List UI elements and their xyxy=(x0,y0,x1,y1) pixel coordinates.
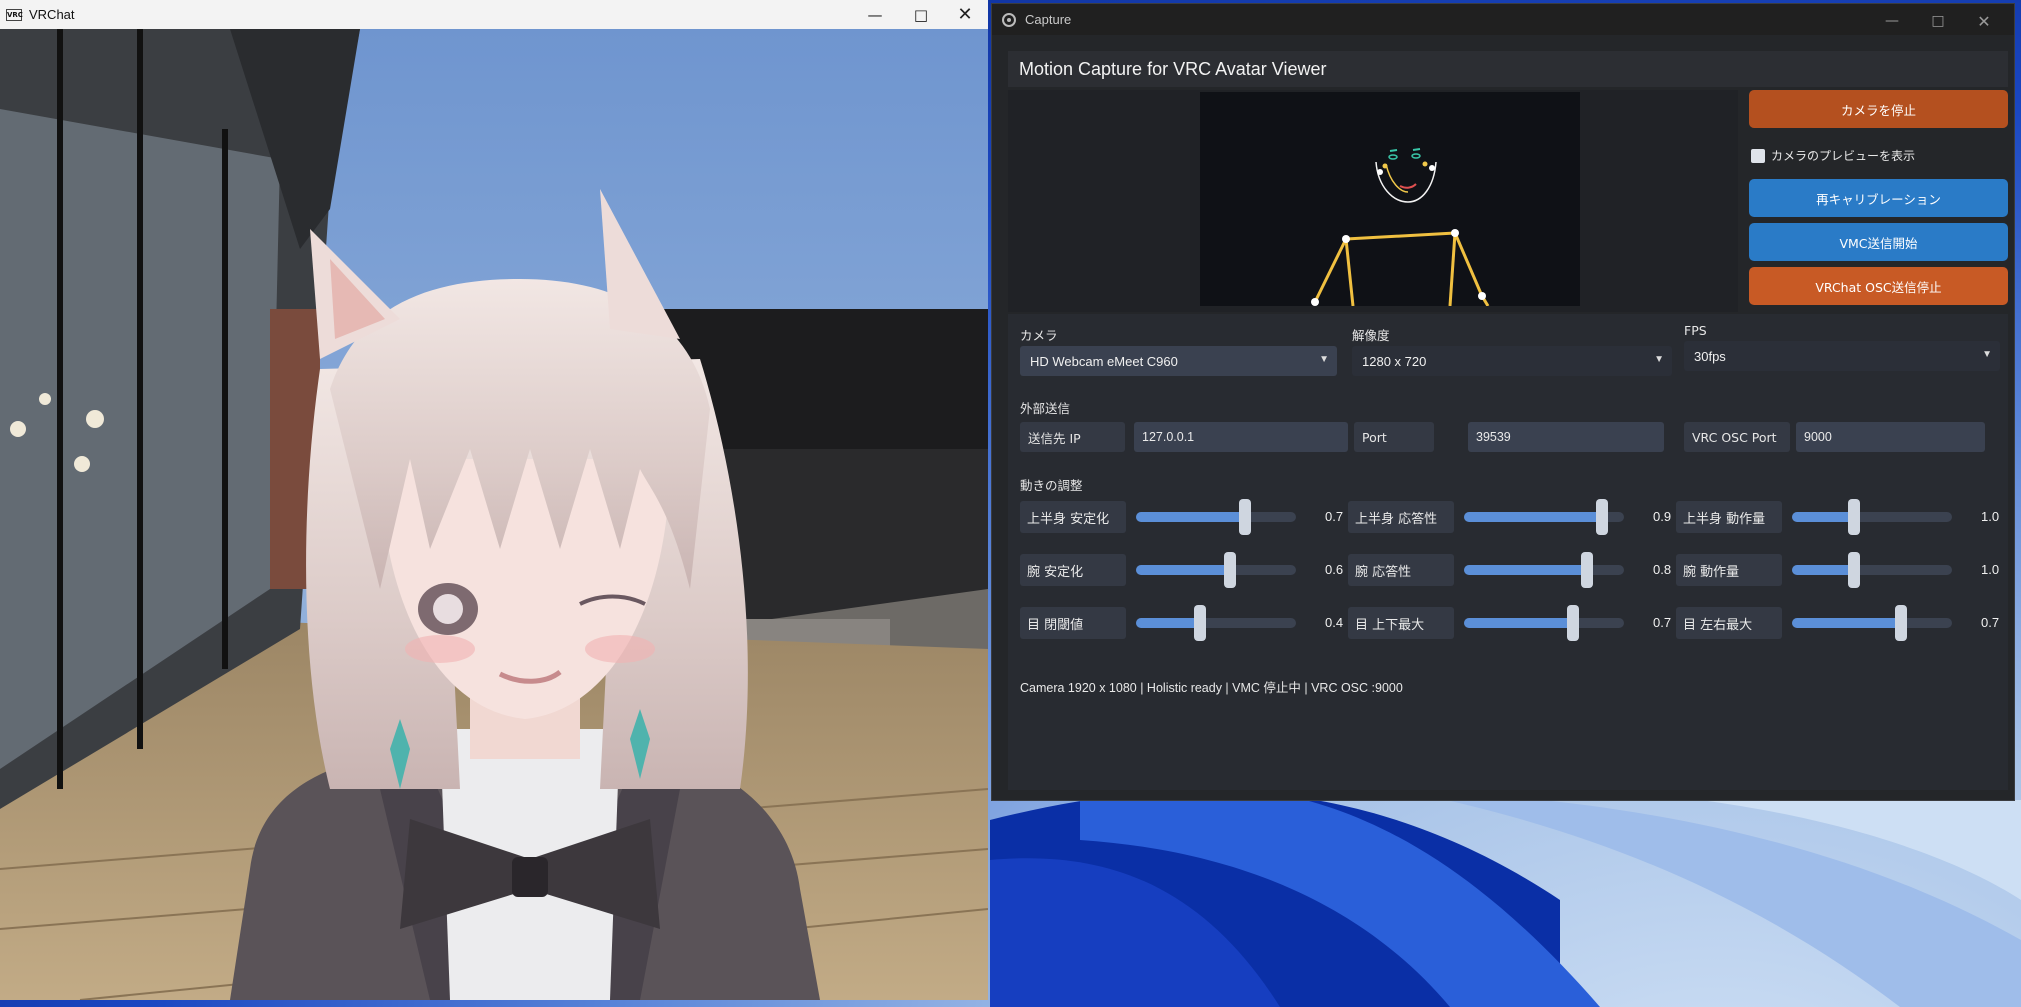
capture-window[interactable]: Capture — □ ✕ Motion Capture for VRC Ava… xyxy=(991,3,2015,801)
slider-fill xyxy=(1136,512,1245,522)
slider-track[interactable] xyxy=(1792,605,1952,641)
camera-label: カメラ xyxy=(1020,328,1058,343)
slider-thumb[interactable] xyxy=(1239,499,1251,535)
stop-camera-button[interactable]: カメラを停止 xyxy=(1749,90,2008,128)
slider-fill xyxy=(1792,565,1854,575)
show-preview-label: カメラのプレビューを表示 xyxy=(1771,149,1916,163)
close-icon[interactable]: ✕ xyxy=(1961,7,2007,35)
chevron-down-icon: ▼ xyxy=(1654,354,1664,365)
preview-panel xyxy=(1008,90,1738,312)
slider-thumb[interactable] xyxy=(1581,552,1593,588)
slider-fill xyxy=(1464,512,1602,522)
camera-preview xyxy=(1200,92,1580,306)
minimize-icon[interactable]: — xyxy=(852,0,898,29)
slider-track[interactable] xyxy=(1136,499,1296,535)
vrc-osc-port-input[interactable]: 9000 xyxy=(1796,422,1985,452)
slider-label: 腕 応答性 xyxy=(1348,554,1454,586)
slider-track[interactable] xyxy=(1464,552,1624,588)
close-icon[interactable]: ✕ xyxy=(942,0,988,29)
checkbox-box[interactable] xyxy=(1751,148,1765,163)
slider-label: 上半身 安定化 xyxy=(1020,501,1126,533)
slider-value: 0.7 xyxy=(1325,509,1344,524)
slider-fill xyxy=(1136,618,1200,628)
slider-track[interactable] xyxy=(1792,499,1952,535)
minimize-icon[interactable]: — xyxy=(1869,7,1915,35)
slider-label: 目 上下最大 xyxy=(1348,607,1454,639)
vrc-osc-port-label: VRC OSC Port xyxy=(1684,422,1790,452)
resolution-label: 解像度 xyxy=(1352,328,1390,343)
resolution-select[interactable]: 1280 x 720 ▼ xyxy=(1352,346,1672,376)
slider-label: 目 閉閾値 xyxy=(1020,607,1126,639)
slider-track[interactable] xyxy=(1792,552,1952,588)
slider-label: 腕 動作量 xyxy=(1676,554,1782,586)
slider-track[interactable] xyxy=(1464,499,1624,535)
show-preview-checkbox[interactable]: カメラのプレビューを表示 xyxy=(1751,147,1915,164)
target-ip-input[interactable]: 127.0.0.1 xyxy=(1134,422,1348,452)
slider-track[interactable] xyxy=(1136,605,1296,641)
slider-value: 0.6 xyxy=(1325,562,1344,577)
vrchat-osc-stop-button[interactable]: VRChat OSC送信停止 xyxy=(1749,267,2008,305)
slider-value: 0.8 xyxy=(1653,562,1672,577)
slider-fill xyxy=(1464,565,1587,575)
vrchat-titlebar[interactable]: VRC VRChat xyxy=(0,0,988,29)
slider-thumb[interactable] xyxy=(1194,605,1206,641)
vrchat-app-icon: VRC xyxy=(6,8,23,21)
slider-label: 腕 安定化 xyxy=(1020,554,1126,586)
capture-window-title: Capture xyxy=(1025,12,1072,27)
slider-thumb[interactable] xyxy=(1224,552,1236,588)
camera-select-value: HD Webcam eMeet C960 xyxy=(1030,353,1178,369)
maximize-icon[interactable]: □ xyxy=(1915,7,1961,35)
camera-select[interactable]: HD Webcam eMeet C960 ▼ xyxy=(1020,346,1337,376)
app-title: Motion Capture for VRC Avatar Viewer xyxy=(1008,51,2008,87)
fps-label: FPS xyxy=(1684,323,1707,338)
fps-select-value: 30fps xyxy=(1694,348,1726,364)
resolution-select-value: 1280 x 720 xyxy=(1362,353,1427,369)
motion-adjust-label: 動きの調整 xyxy=(1020,478,1083,493)
recalibrate-button[interactable]: 再キャリブレーション xyxy=(1749,179,2008,217)
slider-fill xyxy=(1136,565,1230,575)
slider-track[interactable] xyxy=(1464,605,1624,641)
port-input[interactable]: 39539 xyxy=(1468,422,1664,452)
slider-thumb[interactable] xyxy=(1567,605,1579,641)
vrchat-scene-view[interactable] xyxy=(0,29,988,1000)
chevron-down-icon: ▼ xyxy=(1982,349,1992,360)
slider-value: 0.4 xyxy=(1325,615,1344,630)
slider-fill xyxy=(1792,512,1854,522)
slider-thumb[interactable] xyxy=(1596,499,1608,535)
slider-value: 0.9 xyxy=(1653,509,1672,524)
vrchat-window[interactable]: VRC VRChat — □ ✕ xyxy=(0,0,988,1000)
slider-track[interactable] xyxy=(1136,552,1296,588)
slider-value: 0.7 xyxy=(1653,615,1672,630)
external-send-label: 外部送信 xyxy=(1020,401,1071,416)
vrchat-window-title: VRChat xyxy=(29,7,75,22)
fps-select[interactable]: 30fps ▼ xyxy=(1684,341,2000,371)
slider-thumb[interactable] xyxy=(1895,605,1907,641)
slider-value: 1.0 xyxy=(1981,509,2000,524)
status-bar: Camera 1920 x 1080 | Holistic ready | VM… xyxy=(1020,681,1403,695)
slider-label: 上半身 応答性 xyxy=(1348,501,1454,533)
capture-app-icon xyxy=(1002,12,1016,27)
maximize-icon[interactable]: □ xyxy=(898,0,944,29)
slider-value: 1.0 xyxy=(1981,562,2000,577)
slider-fill xyxy=(1792,618,1901,628)
slider-label: 目 左右最大 xyxy=(1676,607,1782,639)
slider-label: 上半身 動作量 xyxy=(1676,501,1782,533)
pose-skeleton-overlay xyxy=(1311,148,1490,306)
slider-fill xyxy=(1464,618,1573,628)
settings-panel: カメラ HD Webcam eMeet C960 ▼ 解像度 1280 x 72… xyxy=(1008,314,2008,790)
capture-titlebar[interactable]: Capture xyxy=(992,4,2014,35)
slider-value: 0.7 xyxy=(1981,615,2000,630)
target-ip-label: 送信先 IP xyxy=(1020,422,1125,452)
slider-thumb[interactable] xyxy=(1848,499,1860,535)
vmc-start-button[interactable]: VMC送信開始 xyxy=(1749,223,2008,261)
chevron-down-icon: ▼ xyxy=(1319,354,1329,365)
port-label: Port xyxy=(1354,422,1434,452)
slider-thumb[interactable] xyxy=(1848,552,1860,588)
